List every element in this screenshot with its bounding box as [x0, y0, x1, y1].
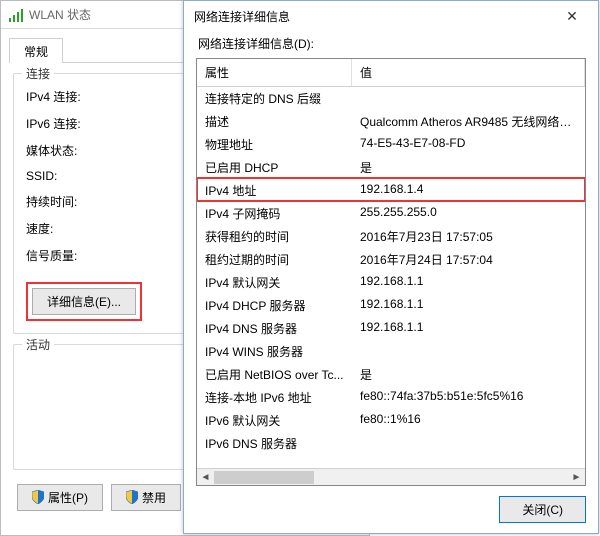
row-property: IPv6 默认网关: [197, 412, 352, 429]
table-row[interactable]: IPv4 默认网关192.168.1.1: [197, 271, 585, 294]
dialog-close-button[interactable]: ✕: [550, 4, 594, 28]
row-property: IPv4 DNS 服务器: [197, 320, 352, 337]
details-button[interactable]: 详细信息(E)...: [32, 288, 136, 315]
table-row[interactable]: IPv4 地址192.168.1.4: [197, 179, 585, 202]
row-property: 已启用 DHCP: [197, 159, 352, 176]
close-icon: ✕: [566, 8, 578, 25]
table-row[interactable]: IPv4 WINS 服务器: [197, 340, 585, 363]
row-property: IPv4 WINS 服务器: [197, 343, 352, 360]
label-duration: 持续时间:: [26, 193, 116, 210]
tab-general[interactable]: 常规: [9, 38, 63, 63]
row-value: fe80::1%16: [352, 412, 585, 429]
row-value: 是: [352, 159, 585, 176]
row-property: 租约过期的时间: [197, 251, 352, 268]
row-property: 物理地址: [197, 136, 352, 153]
row-value: [352, 90, 585, 107]
table-row[interactable]: 租约过期的时间2016年7月24日 17:57:04: [197, 248, 585, 271]
table-row[interactable]: IPv6 DNS 服务器: [197, 432, 585, 455]
label-ssid: SSID:: [26, 169, 116, 183]
connection-legend: 连接: [22, 65, 54, 82]
details-listview: 属性 值 连接特定的 DNS 后缀描述Qualcomm Atheros AR94…: [196, 58, 586, 486]
row-value: 192.168.1.1: [352, 320, 585, 337]
label-media-state: 媒体状态:: [26, 142, 116, 159]
row-property: 连接特定的 DNS 后缀: [197, 90, 352, 107]
properties-button[interactable]: 属性(P): [17, 484, 103, 511]
header-value[interactable]: 值: [352, 59, 585, 86]
table-row[interactable]: 连接特定的 DNS 后缀: [197, 87, 585, 110]
listview-body[interactable]: 连接特定的 DNS 后缀描述Qualcomm Atheros AR9485 无线…: [197, 87, 585, 468]
table-row[interactable]: 描述Qualcomm Atheros AR9485 无线网络适配: [197, 110, 585, 133]
table-row[interactable]: 获得租约的时间2016年7月23日 17:57:05: [197, 225, 585, 248]
row-property: IPv6 DNS 服务器: [197, 435, 352, 452]
label-ipv6-conn: IPv6 连接:: [26, 115, 116, 132]
wifi-icon: [9, 8, 23, 22]
row-value: 255.255.255.0: [352, 205, 585, 222]
close-button[interactable]: 关闭(C): [499, 496, 586, 523]
table-row[interactable]: 连接-本地 IPv6 地址fe80::74fa:37b5:b51e:5fc5%1…: [197, 386, 585, 409]
row-value: [352, 435, 585, 452]
row-value: 192.168.1.1: [352, 297, 585, 314]
scroll-track[interactable]: [214, 469, 568, 485]
row-property: IPv4 默认网关: [197, 274, 352, 291]
row-property: IPv4 DHCP 服务器: [197, 297, 352, 314]
label-ipv4-conn: IPv4 连接:: [26, 88, 116, 105]
row-property: 获得租约的时间: [197, 228, 352, 245]
label-signal: 信号质量:: [26, 247, 116, 264]
row-value: Qualcomm Atheros AR9485 无线网络适配: [352, 113, 585, 130]
disable-button-label: 禁用: [142, 489, 166, 506]
table-row[interactable]: 已启用 DHCP是: [197, 156, 585, 179]
scroll-thumb[interactable]: [214, 471, 314, 484]
window-title: WLAN 状态: [29, 6, 91, 23]
header-property[interactable]: 属性: [197, 59, 352, 86]
row-value: 2016年7月24日 17:57:04: [352, 251, 585, 268]
row-value: 是: [352, 366, 585, 383]
table-row[interactable]: IPv4 DNS 服务器192.168.1.1: [197, 317, 585, 340]
row-property: 已启用 NetBIOS over Tc...: [197, 366, 352, 383]
row-value: 74-E5-43-E7-08-FD: [352, 136, 585, 153]
row-property: 连接-本地 IPv6 地址: [197, 389, 352, 406]
details-button-highlight: 详细信息(E)...: [26, 282, 142, 321]
scroll-right-icon[interactable]: ►: [568, 469, 585, 485]
table-row[interactable]: 物理地址74-E5-43-E7-08-FD: [197, 133, 585, 156]
row-value: 192.168.1.1: [352, 274, 585, 291]
label-speed: 速度:: [26, 220, 116, 237]
shield-icon: [32, 490, 44, 504]
properties-button-label: 属性(P): [48, 489, 88, 506]
scroll-left-icon[interactable]: ◄: [197, 469, 214, 485]
row-value: [352, 343, 585, 360]
disable-button[interactable]: 禁用: [111, 484, 181, 511]
table-row[interactable]: IPv6 默认网关fe80::1%16: [197, 409, 585, 432]
table-row[interactable]: 已启用 NetBIOS over Tc...是: [197, 363, 585, 386]
table-row[interactable]: IPv4 DHCP 服务器192.168.1.1: [197, 294, 585, 317]
row-property: 描述: [197, 113, 352, 130]
listview-header: 属性 值: [197, 59, 585, 87]
horizontal-scrollbar[interactable]: ◄ ►: [197, 468, 585, 485]
row-property: IPv4 地址: [197, 182, 352, 199]
details-caption: 网络连接详细信息(D):: [198, 35, 586, 52]
shield-icon: [126, 490, 138, 504]
row-value: 192.168.1.4: [352, 182, 585, 199]
table-row[interactable]: IPv4 子网掩码255.255.255.0: [197, 202, 585, 225]
row-value: 2016年7月23日 17:57:05: [352, 228, 585, 245]
dialog-titlebar: 网络连接详细信息 ✕: [184, 1, 598, 31]
network-details-dialog: 网络连接详细信息 ✕ 网络连接详细信息(D): 属性 值 连接特定的 DNS 后…: [183, 0, 599, 534]
row-value: fe80::74fa:37b5:b51e:5fc5%16: [352, 389, 585, 406]
dialog-title: 网络连接详细信息: [194, 8, 290, 25]
activity-legend: 活动: [22, 336, 54, 353]
row-property: IPv4 子网掩码: [197, 205, 352, 222]
